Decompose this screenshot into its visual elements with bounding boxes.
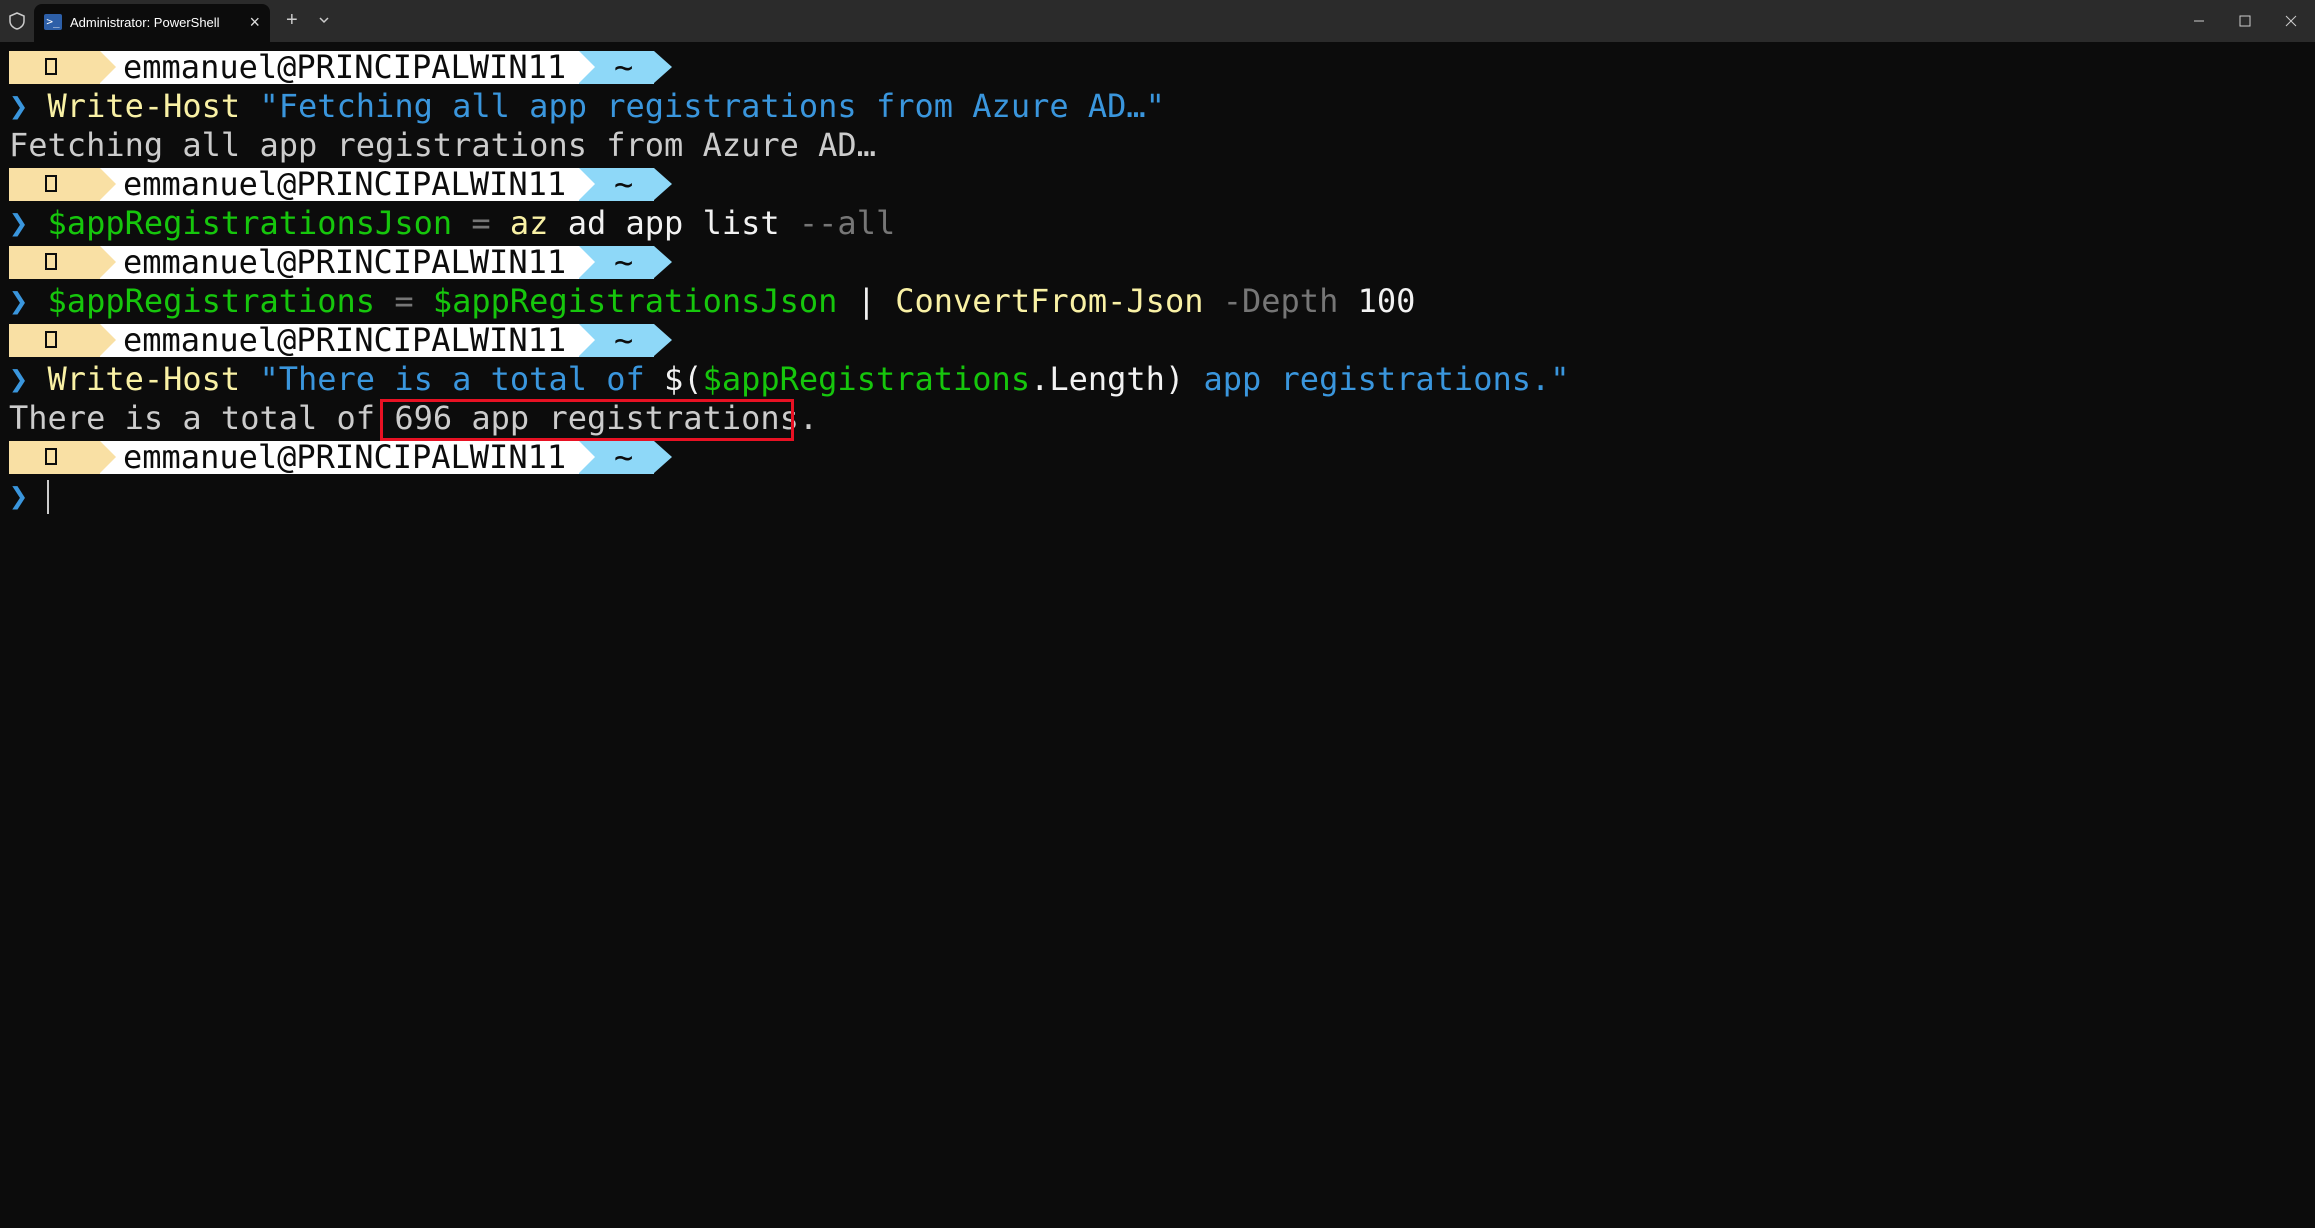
prompt-dir: ~ [614,243,634,281]
prompt-bar: emmanuel@PRINCIPALWIN11 ~ [0,165,700,204]
output-line: Fetching all app registrations from Azur… [9,126,876,164]
chevron-down-icon[interactable] [316,10,332,30]
minimize-button[interactable] [2176,0,2222,42]
lock-icon [45,58,57,75]
prompt-bar: emmanuel@PRINCIPALWIN11 ~ [0,243,700,282]
powershell-icon: >_ [44,14,62,30]
highlight-box [380,399,794,441]
command-line: ❯ Write-Host "There is a total of $($app… [9,360,1570,398]
close-window-button[interactable] [2268,0,2314,42]
tab-title: Administrator: PowerShell [70,15,220,30]
prompt-user: emmanuel@PRINCIPALWIN11 [123,165,567,203]
tab-powershell[interactable]: >_ Administrator: PowerShell × [34,4,270,42]
maximize-button[interactable] [2222,0,2268,42]
prompt-dir: ~ [614,48,634,86]
command-line[interactable]: ❯ [9,477,28,516]
terminal-pane[interactable]: emmanuel@PRINCIPALWIN11 ~ ❯ Write-Host "… [0,42,2315,1228]
prompt-user: emmanuel@PRINCIPALWIN11 [123,48,567,86]
lock-icon [45,331,57,348]
tab-close-button[interactable]: × [249,12,260,32]
shield-icon [9,12,25,30]
lock-icon [45,448,57,465]
lock-icon [45,253,57,270]
prompt-dir: ~ [614,321,634,359]
prompt-bar: emmanuel@PRINCIPALWIN11 ~ [0,321,700,360]
prompt-user: emmanuel@PRINCIPALWIN11 [123,438,567,476]
new-tab-button[interactable]: + [286,10,298,30]
prompt-dir: ~ [614,165,634,203]
text-cursor [47,480,49,514]
prompt-bar: emmanuel@PRINCIPALWIN11 ~ [0,438,700,477]
prompt-dir: ~ [614,438,634,476]
command-line: ❯ $appRegistrationsJson = az ad app list… [9,204,896,242]
title-bar: >_ Administrator: PowerShell × + [0,0,2315,42]
prompt-bar: emmanuel@PRINCIPALWIN11 ~ [0,48,700,87]
command-line: ❯ $appRegistrations = $appRegistrationsJ… [9,282,1416,320]
command-line: ❯ Write-Host "Fetching all app registrat… [9,87,1165,125]
prompt-user: emmanuel@PRINCIPALWIN11 [123,321,567,359]
lock-icon [45,175,57,192]
prompt-user: emmanuel@PRINCIPALWIN11 [123,243,567,281]
